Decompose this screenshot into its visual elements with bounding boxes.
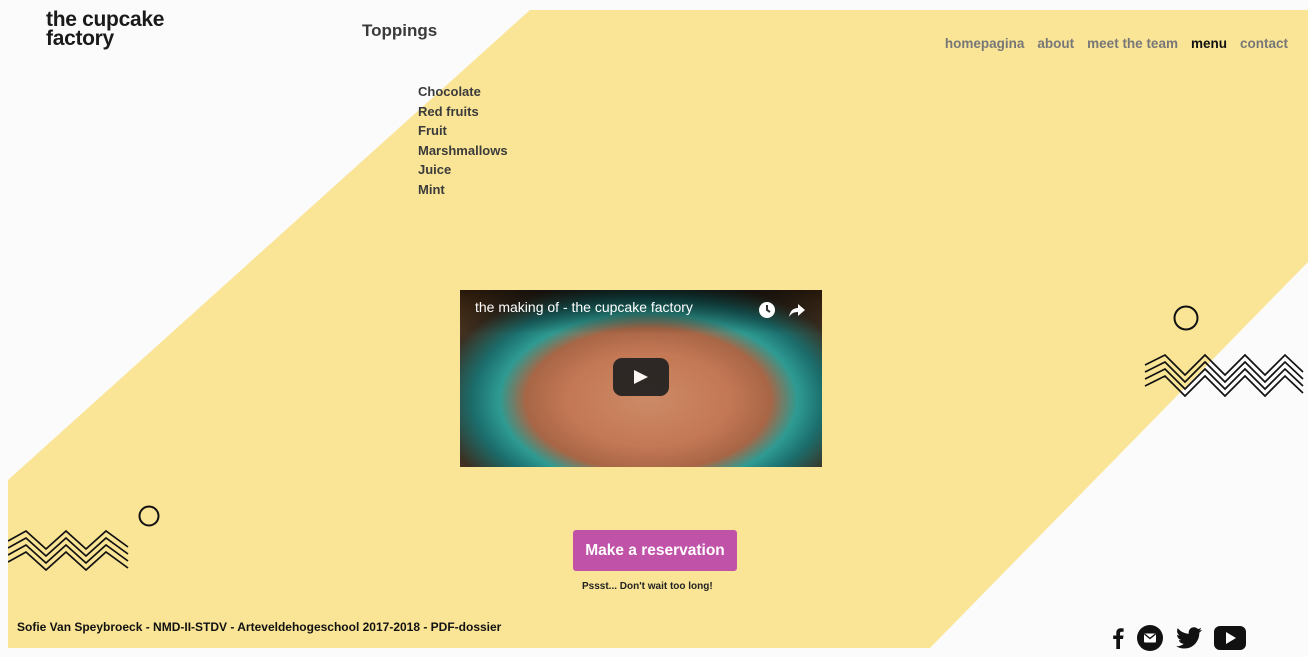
mail-icon[interactable]: [1136, 624, 1164, 657]
zigzag-decoration: [1144, 353, 1304, 398]
nav-item-contact[interactable]: contact: [1240, 36, 1288, 51]
social-links: [1112, 624, 1246, 657]
main-nav: homepagina about meet the team menu cont…: [945, 36, 1288, 51]
page-title: Toppings: [362, 21, 438, 40]
circle-decoration: [1173, 305, 1199, 331]
list-item: Marshmallows: [418, 142, 508, 158]
list-item: Fruit: [418, 123, 447, 138]
nav-item-meet-the-team[interactable]: meet the team: [1087, 36, 1178, 51]
play-icon: [634, 370, 648, 384]
list-item: Mint: [418, 181, 445, 197]
toppings-list: Chocolate Red fruits Fruit Marshmallows …: [418, 82, 508, 199]
brand-logo[interactable]: the cupcake factory: [46, 9, 164, 50]
list-item: Chocolate: [418, 84, 481, 99]
twitter-icon[interactable]: [1176, 627, 1202, 654]
facebook-icon[interactable]: [1112, 627, 1124, 654]
watch-later-icon[interactable]: [758, 301, 776, 319]
nav-item-menu[interactable]: menu: [1191, 36, 1227, 51]
list-item: Juice: [418, 162, 452, 177]
video-title[interactable]: the making of - the cupcake factory: [475, 299, 693, 315]
nav-item-homepagina[interactable]: homepagina: [945, 36, 1025, 51]
footer-credit: Sofie Van Speybroeck - NMD-II-STDV - Art…: [17, 620, 502, 634]
circle-decoration: [138, 505, 160, 527]
reservation-hint: Pssst... Don't wait too long!: [582, 581, 713, 592]
brand-line-2: factory: [46, 27, 114, 50]
share-icon[interactable]: [788, 301, 806, 319]
list-item: Red fruits: [418, 103, 479, 119]
make-reservation-button[interactable]: Make a reservation: [573, 530, 737, 571]
zigzag-decoration: [8, 529, 129, 571]
youtube-icon[interactable]: [1214, 626, 1246, 655]
play-button[interactable]: [613, 358, 669, 396]
nav-item-about[interactable]: about: [1037, 36, 1074, 51]
video-player[interactable]: the making of - the cupcake factory: [460, 290, 822, 467]
